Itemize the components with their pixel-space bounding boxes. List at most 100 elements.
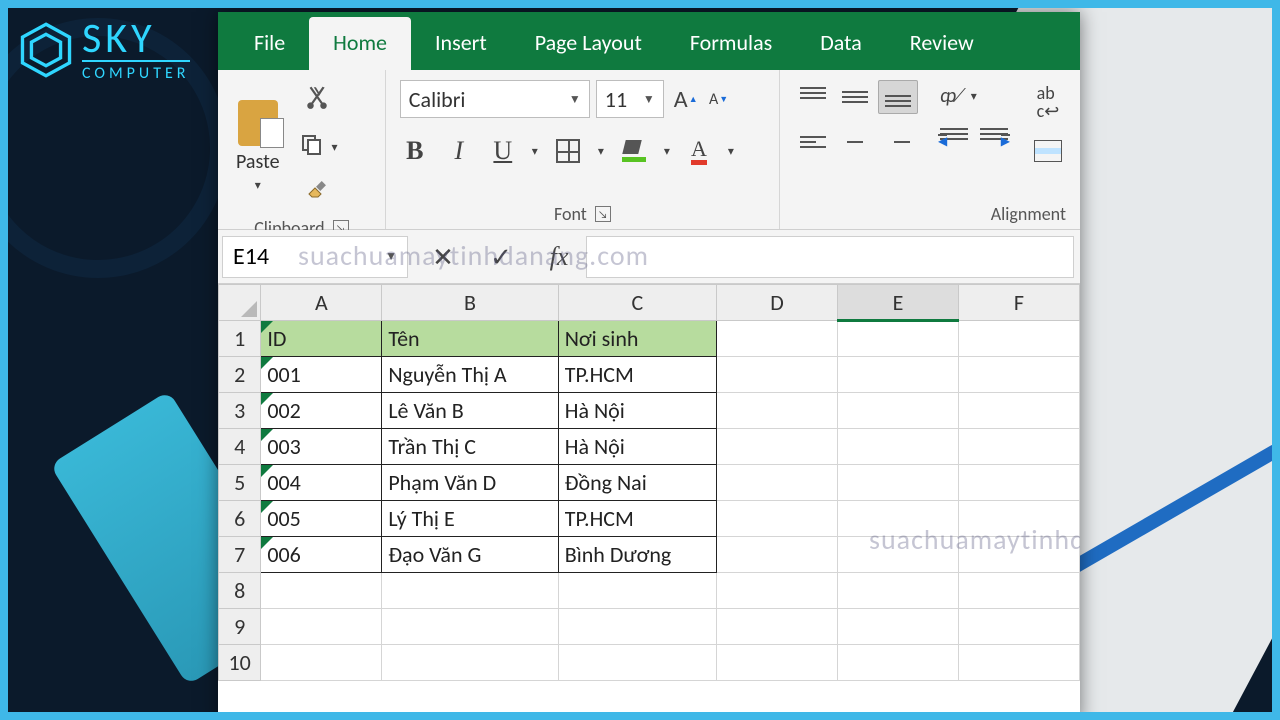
cell[interactable]: [382, 645, 558, 681]
fill-color-dropdown-caret[interactable]: ▾: [664, 144, 670, 159]
cell[interactable]: 006: [261, 537, 382, 573]
align-center-button[interactable]: [836, 126, 874, 158]
wrap-text-button[interactable]: abc↩: [1030, 80, 1066, 124]
cell[interactable]: 004: [261, 465, 382, 501]
tab-review[interactable]: Review: [886, 17, 998, 70]
cell[interactable]: 002: [261, 393, 382, 429]
cell[interactable]: Tên: [382, 321, 558, 357]
col-header-F[interactable]: F: [958, 285, 1079, 321]
col-header-D[interactable]: D: [717, 285, 838, 321]
align-top-button[interactable]: [794, 81, 832, 113]
cell[interactable]: [558, 573, 716, 609]
cell[interactable]: [717, 429, 838, 465]
cell[interactable]: Phạm Văn D: [382, 465, 558, 501]
cell[interactable]: Hà Nội: [558, 429, 716, 465]
cell[interactable]: 005: [261, 501, 382, 537]
cell[interactable]: [837, 501, 958, 537]
col-header-C[interactable]: C: [558, 285, 716, 321]
borders-dropdown-caret[interactable]: ▾: [598, 144, 604, 159]
cell[interactable]: [958, 357, 1079, 393]
paste-button[interactable]: Paste ▾: [232, 80, 284, 213]
cell[interactable]: Nơi sinh: [558, 321, 716, 357]
cell[interactable]: [837, 357, 958, 393]
paste-dropdown-caret[interactable]: ▾: [255, 178, 261, 193]
cell[interactable]: [958, 501, 1079, 537]
align-middle-button[interactable]: [836, 81, 874, 113]
copy-button[interactable]: [296, 129, 328, 166]
align-left-button[interactable]: [794, 126, 832, 158]
bold-button[interactable]: B: [400, 132, 430, 170]
row-header[interactable]: 7: [219, 537, 261, 573]
row-header[interactable]: 9: [219, 609, 261, 645]
cell[interactable]: [717, 645, 838, 681]
orientation-dropdown-caret[interactable]: ▾: [971, 89, 977, 104]
row-header[interactable]: 3: [219, 393, 261, 429]
cell[interactable]: [717, 573, 838, 609]
cell[interactable]: Đồng Nai: [558, 465, 716, 501]
cell[interactable]: 001: [261, 357, 382, 393]
col-header-A[interactable]: A: [261, 285, 382, 321]
cell[interactable]: Bình Dương: [558, 537, 716, 573]
row-header[interactable]: 10: [219, 645, 261, 681]
cell[interactable]: [837, 321, 958, 357]
increase-indent-button[interactable]: ▶: [976, 124, 1012, 154]
cell[interactable]: [261, 573, 382, 609]
cell[interactable]: [837, 537, 958, 573]
cancel-formula-button[interactable]: ✕: [428, 237, 458, 277]
cell[interactable]: [382, 573, 558, 609]
cell[interactable]: [958, 465, 1079, 501]
font-launcher[interactable]: [595, 206, 611, 222]
cell[interactable]: [837, 393, 958, 429]
align-bottom-button[interactable]: [878, 80, 918, 114]
name-box[interactable]: E14 ▼: [222, 236, 408, 278]
col-header-B[interactable]: B: [382, 285, 558, 321]
cell[interactable]: TP.HCM: [558, 501, 716, 537]
tab-home[interactable]: Home: [309, 17, 411, 70]
italic-button[interactable]: I: [444, 132, 474, 170]
cell[interactable]: [558, 645, 716, 681]
tab-file[interactable]: File: [230, 17, 309, 70]
cell[interactable]: TP.HCM: [558, 357, 716, 393]
row-header[interactable]: 1: [219, 321, 261, 357]
row-header[interactable]: 8: [219, 573, 261, 609]
cell[interactable]: Trần Thị C: [382, 429, 558, 465]
font-color-dropdown-caret[interactable]: ▾: [728, 144, 734, 159]
underline-dropdown-caret[interactable]: ▾: [532, 144, 538, 159]
cell[interactable]: [717, 357, 838, 393]
cell[interactable]: [958, 609, 1079, 645]
orientation-button[interactable]: ȹ⁄: [936, 80, 967, 112]
decrease-indent-button[interactable]: ◀: [936, 124, 972, 154]
cell[interactable]: [717, 501, 838, 537]
cell[interactable]: ID: [261, 321, 382, 357]
underline-button[interactable]: U: [488, 132, 518, 170]
row-header[interactable]: 5: [219, 465, 261, 501]
cell[interactable]: [837, 465, 958, 501]
cell[interactable]: [958, 537, 1079, 573]
increase-font-size-button[interactable]: A▲: [670, 81, 702, 118]
cell[interactable]: [837, 429, 958, 465]
cell[interactable]: [958, 429, 1079, 465]
cell[interactable]: Đạo Văn G: [382, 537, 558, 573]
cell[interactable]: [958, 573, 1079, 609]
select-all-corner[interactable]: [219, 285, 261, 321]
tab-data[interactable]: Data: [796, 17, 886, 70]
row-header[interactable]: 2: [219, 357, 261, 393]
font-color-button[interactable]: A: [684, 134, 714, 169]
cell[interactable]: [558, 609, 716, 645]
font-name-combo[interactable]: Calibri ▼: [400, 80, 590, 118]
merge-center-button[interactable]: [1030, 136, 1066, 166]
cell[interactable]: [958, 393, 1079, 429]
cell[interactable]: [717, 609, 838, 645]
cell[interactable]: [958, 321, 1079, 357]
align-right-button[interactable]: [878, 126, 916, 158]
formula-input[interactable]: [586, 236, 1074, 278]
cell[interactable]: [958, 645, 1079, 681]
tab-formulas[interactable]: Formulas: [666, 17, 796, 70]
cell[interactable]: Hà Nội: [558, 393, 716, 429]
cell[interactable]: [261, 645, 382, 681]
row-header[interactable]: 4: [219, 429, 261, 465]
cell[interactable]: 003: [261, 429, 382, 465]
cell[interactable]: Nguyễn Thị A: [382, 357, 558, 393]
cell[interactable]: [717, 465, 838, 501]
cell[interactable]: [382, 609, 558, 645]
